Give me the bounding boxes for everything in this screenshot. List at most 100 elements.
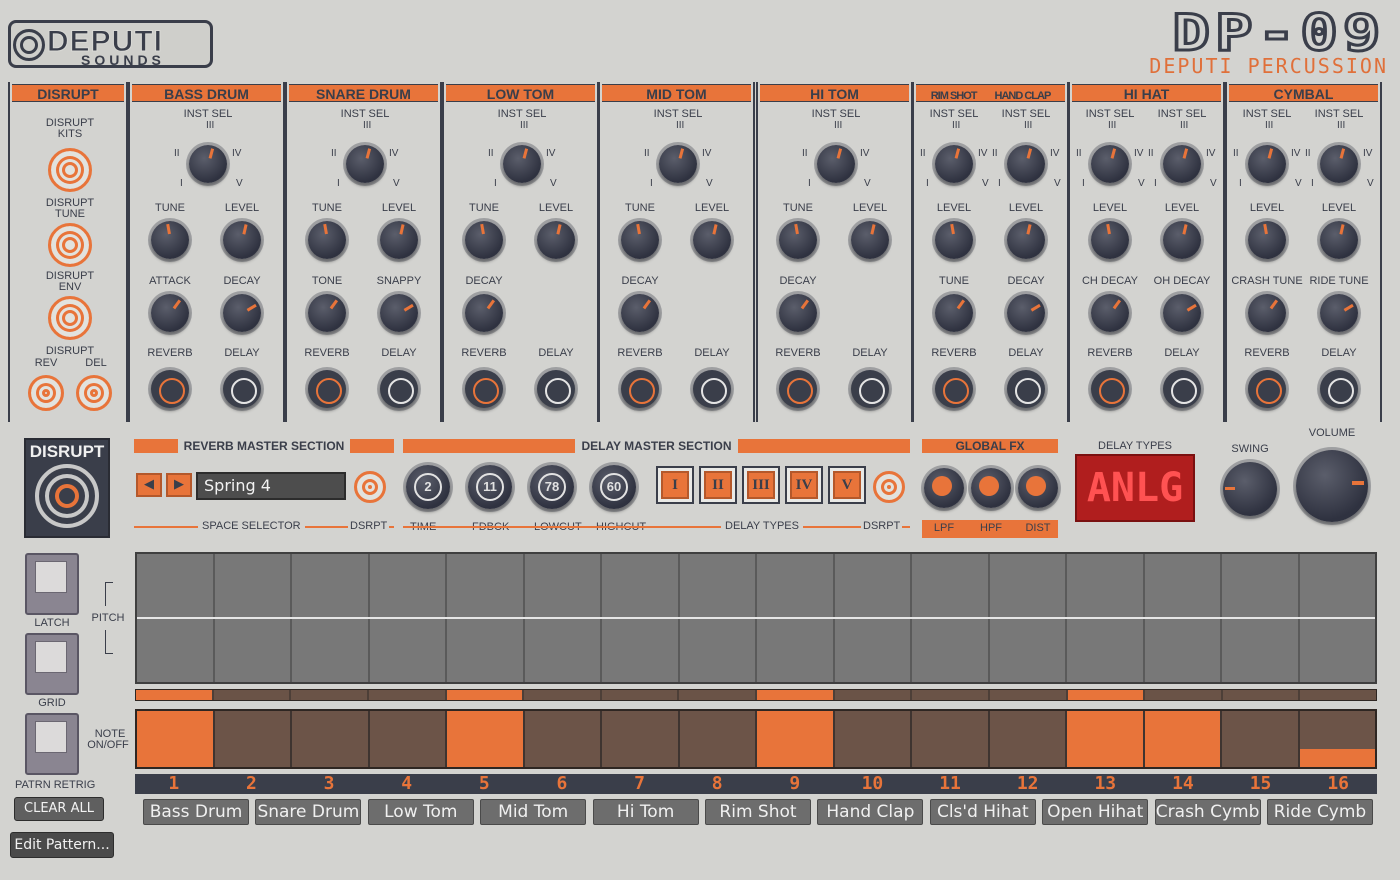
param-knob-2-0[interactable] xyxy=(465,221,503,259)
param-knob-6-0[interactable] xyxy=(1091,221,1129,259)
inst-sel-knob-0-0[interactable] xyxy=(189,145,227,183)
note-step-13[interactable] xyxy=(1067,711,1143,767)
param-knob-4-2[interactable] xyxy=(779,294,817,332)
accent-step-5[interactable] xyxy=(446,690,523,700)
param-knob-5-4[interactable] xyxy=(935,370,973,408)
param-knob-4-1[interactable] xyxy=(851,221,889,259)
instrument-button-hi-tom[interactable]: Hi Tom xyxy=(592,799,699,825)
param-knob-0-2[interactable] xyxy=(151,294,189,332)
delay-type-button-3[interactable]: III xyxy=(747,471,775,499)
param-knob-0-0[interactable] xyxy=(151,221,189,259)
instrument-button-cls-d-hihat[interactable]: Cls'd Hihat xyxy=(929,799,1036,825)
note-step-2[interactable] xyxy=(214,711,290,767)
param-knob-2-2[interactable] xyxy=(465,294,503,332)
instrument-button-crash-cymb[interactable]: Crash Cymb xyxy=(1154,799,1261,825)
param-knob-1-3[interactable] xyxy=(380,294,418,332)
delay-knob-lowcut[interactable]: 78 xyxy=(530,465,574,509)
note-step-12[interactable] xyxy=(989,711,1065,767)
note-step-11[interactable] xyxy=(912,711,988,767)
param-knob-0-1[interactable] xyxy=(223,221,261,259)
param-knob-1-0[interactable] xyxy=(308,221,346,259)
param-knob-7-3[interactable] xyxy=(1320,294,1358,332)
inst-sel-knob-1-0[interactable] xyxy=(346,145,384,183)
space-prev-button[interactable]: ◀ xyxy=(136,473,162,497)
param-knob-3-0[interactable] xyxy=(621,221,659,259)
delay-knob-fdbck[interactable]: 11 xyxy=(468,465,512,509)
param-knob-4-3[interactable] xyxy=(779,370,817,408)
param-knob-6-1[interactable] xyxy=(1163,221,1201,259)
delay-knob-highcut[interactable]: 60 xyxy=(592,465,636,509)
delay-type-button-5[interactable]: V xyxy=(833,471,861,499)
accent-step-15[interactable] xyxy=(1222,690,1299,700)
accent-step-14[interactable] xyxy=(1145,690,1221,700)
note-step-6[interactable] xyxy=(524,711,600,767)
delay-knob-time[interactable]: 2 xyxy=(406,465,450,509)
disrupt-rev-knob[interactable] xyxy=(28,375,64,411)
param-knob-7-1[interactable] xyxy=(1320,221,1358,259)
accent-step-4[interactable] xyxy=(368,690,445,700)
clear-all-button[interactable]: CLEAR ALL xyxy=(14,797,104,821)
inst-sel-knob-3-0[interactable] xyxy=(659,145,697,183)
accent-step-1[interactable] xyxy=(136,690,212,700)
param-knob-2-4[interactable] xyxy=(537,370,575,408)
param-knob-1-2[interactable] xyxy=(308,294,346,332)
inst-sel-knob-6-1[interactable] xyxy=(1163,145,1201,183)
param-knob-6-2[interactable] xyxy=(1091,294,1129,332)
accent-step-6[interactable] xyxy=(524,690,600,700)
note-step-9[interactable] xyxy=(757,711,833,767)
param-knob-3-2[interactable] xyxy=(621,294,659,332)
inst-sel-knob-7-1[interactable] xyxy=(1320,145,1358,183)
param-knob-1-5[interactable] xyxy=(380,370,418,408)
delay-type-button-2[interactable]: II xyxy=(704,471,732,499)
delay-disrupt-knob[interactable] xyxy=(873,471,905,503)
param-knob-4-0[interactable] xyxy=(779,221,817,259)
instrument-button-mid-tom[interactable]: Mid Tom xyxy=(480,799,587,825)
delay-type-button-1[interactable]: I xyxy=(661,471,689,499)
disrupt-del-knob[interactable] xyxy=(76,375,112,411)
note-step-14[interactable] xyxy=(1144,711,1220,767)
disrupt-tune-knob[interactable] xyxy=(48,223,92,267)
param-knob-6-4[interactable] xyxy=(1091,370,1129,408)
inst-sel-knob-7-0[interactable] xyxy=(1248,145,1286,183)
note-row[interactable] xyxy=(135,709,1377,769)
param-knob-3-4[interactable] xyxy=(693,370,731,408)
note-step-7[interactable] xyxy=(602,711,678,767)
note-step-15[interactable] xyxy=(1222,711,1298,767)
accent-step-7[interactable] xyxy=(601,690,678,700)
latch-button[interactable] xyxy=(25,553,79,615)
param-knob-1-1[interactable] xyxy=(380,221,418,259)
param-knob-2-3[interactable] xyxy=(465,370,503,408)
param-knob-0-4[interactable] xyxy=(151,370,189,408)
accent-step-9[interactable] xyxy=(757,690,833,700)
param-knob-1-4[interactable] xyxy=(308,370,346,408)
disrupt-kits-knob[interactable] xyxy=(48,148,92,192)
inst-sel-knob-4-0[interactable] xyxy=(817,145,855,183)
param-knob-6-5[interactable] xyxy=(1163,370,1201,408)
accent-step-8[interactable] xyxy=(679,690,755,700)
param-knob-5-2[interactable] xyxy=(935,294,973,332)
space-next-button[interactable]: ▶ xyxy=(166,473,192,497)
note-step-5[interactable] xyxy=(447,711,523,767)
accent-step-12[interactable] xyxy=(989,690,1066,700)
fx-knob-lpf[interactable] xyxy=(924,468,964,508)
grid-button[interactable] xyxy=(25,633,79,695)
accent-step-3[interactable] xyxy=(291,690,367,700)
note-step-3[interactable] xyxy=(292,711,368,767)
param-knob-3-3[interactable] xyxy=(621,370,659,408)
param-knob-5-1[interactable] xyxy=(1007,221,1045,259)
param-knob-5-5[interactable] xyxy=(1007,370,1045,408)
swing-knob[interactable] xyxy=(1223,462,1277,516)
disrupt-master-button[interactable] xyxy=(35,464,99,528)
inst-sel-knob-2-0[interactable] xyxy=(503,145,541,183)
param-knob-5-0[interactable] xyxy=(935,221,973,259)
inst-sel-knob-5-1[interactable] xyxy=(1007,145,1045,183)
param-knob-7-5[interactable] xyxy=(1320,370,1358,408)
instrument-button-low-tom[interactable]: Low Tom xyxy=(367,799,474,825)
instrument-button-ride-cymb[interactable]: Ride Cymb xyxy=(1267,799,1373,825)
accent-row[interactable] xyxy=(135,689,1377,701)
note-step-4[interactable] xyxy=(369,711,445,767)
param-knob-5-3[interactable] xyxy=(1007,294,1045,332)
param-knob-0-5[interactable] xyxy=(223,370,261,408)
accent-step-13[interactable] xyxy=(1067,690,1144,700)
disrupt-env-knob[interactable] xyxy=(48,296,92,340)
